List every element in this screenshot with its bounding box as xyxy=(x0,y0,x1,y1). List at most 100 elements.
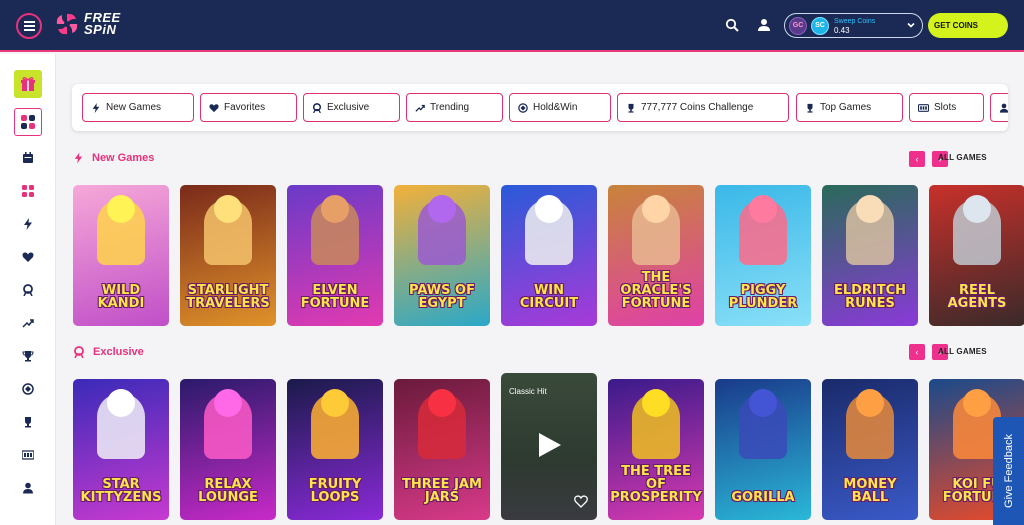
gold-coin-badge: GC xyxy=(789,16,807,35)
game-tile[interactable]: Win Circuit xyxy=(501,185,597,326)
game-tile[interactable]: The Tree of Prosperity xyxy=(608,379,704,520)
game-tile[interactable]: Paws of Egypt xyxy=(394,185,490,326)
filter-chip-label: New Games xyxy=(106,102,162,113)
sidebar-item-exclusive[interactable] xyxy=(14,276,42,304)
sidebar-item-hold-win[interactable] xyxy=(14,375,42,403)
game-title: Reel Agents xyxy=(947,283,1007,311)
filter-chip-trending[interactable]: Trending xyxy=(406,93,503,122)
chevron-left-icon: ‹ xyxy=(915,154,919,164)
game-art-character xyxy=(749,389,777,417)
filter-chip-coins-challenge[interactable]: 777,777 Coins Challenge xyxy=(617,93,789,122)
filter-chip-exclusive[interactable]: Exclusive xyxy=(303,93,400,122)
sidebar-item-top-games[interactable] xyxy=(14,342,42,370)
play-icon[interactable] xyxy=(535,431,563,459)
game-title: Paws of Egypt xyxy=(409,283,475,311)
filter-chip-favorites[interactable]: Favorites xyxy=(200,93,297,122)
give-feedback-button[interactable]: Give Feedback xyxy=(993,417,1024,525)
calendar-icon xyxy=(23,152,33,163)
sidebar-item-trending[interactable] xyxy=(14,309,42,337)
exclusive-icon xyxy=(23,284,33,296)
game-tile[interactable]: Gorilla xyxy=(715,379,811,520)
filter-chip-label: Trending xyxy=(430,102,470,113)
chevron-left-icon: ‹ xyxy=(915,347,919,357)
freespin-logo[interactable]: FREE SPiN xyxy=(54,11,121,37)
game-tile[interactable]: Fruity Loops xyxy=(287,379,383,520)
exclusive-icon xyxy=(312,102,322,113)
new-games-prev-button[interactable]: ‹ xyxy=(909,151,925,167)
trending-icon xyxy=(22,319,34,328)
sidebar xyxy=(0,54,56,525)
filter-chip-top-games[interactable]: Top Games xyxy=(796,93,903,122)
game-tile[interactable]: Money Ball xyxy=(822,379,918,520)
bolt-icon xyxy=(74,152,83,164)
slots-icon xyxy=(22,450,34,460)
search-button[interactable] xyxy=(723,16,741,34)
game-art-character xyxy=(749,195,777,223)
game-tile[interactable]: Relax Lounge xyxy=(180,379,276,520)
game-tile-classic-hit[interactable]: Classic Hit xyxy=(501,373,597,520)
game-tile[interactable]: Starlight Travelers xyxy=(180,185,276,326)
chevron-down-icon xyxy=(907,22,915,28)
sidebar-item-new-games[interactable] xyxy=(14,210,42,238)
bolt-icon xyxy=(92,102,100,113)
game-art-character xyxy=(321,195,349,223)
exclusive-all-games-link[interactable]: ALL GAMES xyxy=(938,347,987,356)
filter-chip-label: Slots xyxy=(934,102,957,113)
exclusive-prev-button[interactable]: ‹ xyxy=(909,344,925,360)
profile-icon xyxy=(23,482,33,494)
game-tile[interactable]: Wild Kandi xyxy=(73,185,169,326)
game-title: Money Ball xyxy=(843,477,897,505)
game-title: Starlight Travelers xyxy=(186,283,270,311)
sidebar-item-favorites[interactable] xyxy=(14,243,42,271)
game-tile[interactable]: Eldritch Runes xyxy=(822,185,918,326)
filter-chip-slots[interactable]: Slots xyxy=(909,93,984,122)
top-header: FREE SPiN GC SC Sweep Coins 0.43 GET COI… xyxy=(0,0,1024,52)
category-filter-bar: New Games Favorites Exclusive Trending H… xyxy=(72,84,1008,131)
favorite-heart-icon[interactable] xyxy=(574,495,588,508)
game-title: Win Circuit xyxy=(519,283,579,311)
account-button[interactable] xyxy=(755,16,773,34)
menu-button[interactable] xyxy=(16,13,42,39)
heart-icon xyxy=(209,103,219,112)
filter-chip-new-games[interactable]: New Games xyxy=(82,93,194,122)
cup-icon xyxy=(25,417,31,428)
exclusive-carousel: Star Kittyzens Relax Lounge Fruity Loops Th… xyxy=(73,373,1024,520)
game-title: Eldritch Runes xyxy=(833,283,907,311)
sidebar-item-challenge[interactable] xyxy=(14,408,42,436)
game-tile[interactable]: Reel Agents xyxy=(929,185,1024,326)
game-tile[interactable]: Star Kittyzens xyxy=(73,379,169,520)
sidebar-item-profile[interactable] xyxy=(14,474,42,502)
section-title: New Games xyxy=(92,152,155,164)
game-tile[interactable]: The Oracle's Fortune xyxy=(608,185,704,326)
game-title: Star Kittyzens xyxy=(80,477,162,505)
gift-icon xyxy=(21,77,35,91)
sidebar-item-all-games[interactable] xyxy=(14,177,42,205)
game-title: Three Jam Jars xyxy=(402,477,482,505)
exclusive-heading: Exclusive xyxy=(73,346,144,358)
sidebar-item-calendar[interactable] xyxy=(14,144,42,172)
new-games-carousel: Wild Kandi Starlight Travelers Elven Fortu… xyxy=(73,185,1024,326)
sidebar-item-gift[interactable] xyxy=(14,70,42,98)
new-games-heading: New Games xyxy=(73,152,154,164)
holdwin-icon xyxy=(22,383,34,395)
menu-icon xyxy=(23,21,35,31)
game-title: Fruity Loops xyxy=(308,477,362,505)
game-tile[interactable]: Elven Fortune xyxy=(287,185,383,326)
trending-icon xyxy=(415,104,425,112)
game-art-character xyxy=(107,389,135,417)
game-art-character xyxy=(642,195,670,223)
sidebar-item-slots[interactable] xyxy=(14,441,42,469)
filter-chip-hold-win[interactable]: Hold&Win xyxy=(509,93,611,122)
filter-chip-label: Favorites xyxy=(224,102,266,113)
game-tile[interactable]: Piggy Plunder xyxy=(715,185,811,326)
game-tile[interactable]: Three Jam Jars xyxy=(394,379,490,520)
game-art-character xyxy=(107,195,135,223)
game-art-character xyxy=(428,195,456,223)
profile-icon xyxy=(999,103,1008,113)
get-coins-button[interactable]: GET COINS xyxy=(928,13,1008,38)
new-games-all-games-link[interactable]: ALL GAMES xyxy=(938,153,987,162)
sidebar-item-lobby[interactable] xyxy=(14,108,42,136)
coins-selector[interactable]: GC SC Sweep Coins 0.43 xyxy=(784,13,923,38)
filter-chip-more[interactable] xyxy=(990,93,1008,122)
game-art-character xyxy=(963,195,991,223)
